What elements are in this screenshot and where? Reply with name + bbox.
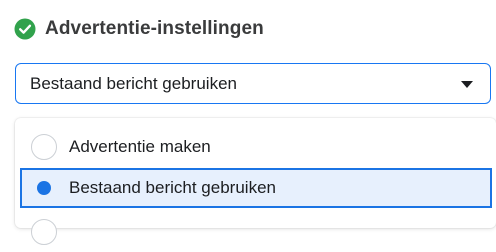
post-source-dropdown[interactable]: Bestaand bericht gebruiken	[15, 63, 491, 104]
radio-selected-dot	[37, 181, 51, 195]
radio-button-selected[interactable]	[31, 175, 57, 201]
radio-button-unselected[interactable]	[31, 134, 57, 160]
dropdown-menu: Advertentie maken Bestaand bericht gebru…	[15, 118, 496, 245]
section-title: Advertentie-instellingen	[45, 18, 264, 39]
radio-button-unselected[interactable]	[31, 219, 57, 245]
menu-option-create-ad[interactable]: Advertentie maken	[20, 127, 492, 167]
menu-option-label: Advertentie maken	[69, 137, 211, 156]
check-circle-icon	[14, 18, 36, 40]
section-header: Advertentie-instellingen	[14, 18, 264, 40]
dropdown-selected-value: Bestaand bericht gebruiken	[30, 73, 237, 93]
menu-option-partial[interactable]	[20, 212, 492, 252]
caret-down-icon[interactable]	[461, 81, 473, 88]
menu-option-use-existing-post[interactable]: Bestaand bericht gebruiken	[20, 168, 492, 208]
menu-option-label: Bestaand bericht gebruiken	[69, 178, 276, 197]
